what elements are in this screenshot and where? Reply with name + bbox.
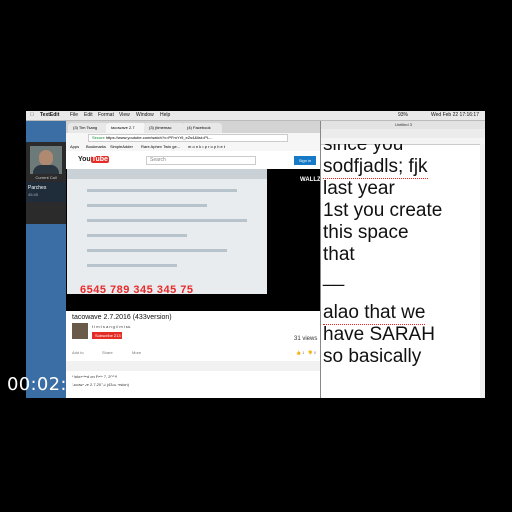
share-button[interactable]: Share — [102, 350, 113, 355]
more-button[interactable]: More — [132, 350, 141, 355]
subscribe-button[interactable]: Subscribe 213 — [92, 332, 122, 339]
video-player[interactable]: 6545 789 345 345 75 WALLZ — [66, 169, 324, 311]
text-line: __ — [323, 266, 345, 287]
text-line: since you — [323, 144, 404, 155]
text-line: so basically — [323, 346, 422, 367]
view-count: 31 views — [294, 336, 318, 342]
video-frame-row — [87, 264, 177, 267]
video-frame-toolbar — [67, 169, 267, 179]
bookmark-aphex[interactable]: Rare Aphex Twin ge... — [141, 143, 180, 151]
textedit-window: Untitled 3 since you sodfjadls; fjk last… — [320, 121, 485, 398]
tab-3[interactable]: (3) (timemac — [144, 123, 184, 133]
subscriber-count: 213 — [113, 333, 121, 338]
subscribe-label: Subscribe — [95, 333, 113, 338]
video-frame-row — [87, 234, 187, 237]
caller-head — [39, 150, 53, 166]
video-actions: Add to Share More — [72, 350, 292, 358]
add-to-button[interactable]: Add to — [72, 350, 84, 355]
apple-icon[interactable]:  — [30, 111, 34, 120]
tab-1[interactable]: (3) Tim Tsang — [68, 123, 108, 133]
call-duration: 45:45 — [28, 192, 39, 197]
text-line: sodfjadls; fjk — [323, 156, 428, 179]
text-line: that — [323, 244, 355, 265]
textedit-title: Untitled 3 — [321, 121, 485, 129]
video-frame-row — [87, 219, 247, 222]
video-frame-row — [87, 249, 227, 252]
secure-label: Secure — [92, 135, 105, 140]
caller-video — [30, 146, 62, 174]
menu-app-name[interactable]: TextEdit — [40, 111, 59, 120]
overlay-number: 6545 789 345 345 75 — [80, 284, 194, 296]
address-bar-row: Secure https://www.youtube.com/watch?v=P… — [66, 133, 324, 143]
browser-window: (3) Tim Tsang tacowave 2.7 (3) (timemac … — [66, 121, 324, 398]
signin-button[interactable]: Sign in — [294, 156, 316, 165]
search-input[interactable]: Search — [146, 156, 256, 165]
textedit-document[interactable]: since you sodfjadls; fjk last year 1st y… — [321, 144, 479, 398]
like-count[interactable]: 1 — [302, 350, 304, 355]
video-frame-row — [87, 189, 237, 192]
video-frame — [67, 169, 267, 294]
caller-name: Parches — [28, 185, 47, 191]
menu-bar:  TextEdit File Edit Format View Window … — [26, 111, 485, 121]
menu-window[interactable]: Window — [136, 111, 154, 120]
bookmark-bookmarks[interactable]: Bookmarks — [86, 143, 106, 151]
battery-status[interactable]: 93% — [398, 111, 408, 120]
timecode-overlay: 00:02:22;23 — [7, 374, 121, 395]
bookmark-apps[interactable]: Apps — [70, 143, 79, 151]
wallz-label: WALLZ — [300, 177, 321, 183]
channel-name[interactable]: t i m t s a n g // m i so. — [92, 324, 131, 329]
textedit-toolbar[interactable] — [321, 129, 485, 138]
desktop-screen:  TextEdit File Edit Format View Window … — [26, 111, 485, 398]
text-line: have SARAH — [323, 324, 435, 345]
call-label: Current Call — [35, 175, 57, 180]
like-counts: 👍 1 👎 0 — [296, 350, 316, 355]
tab-strip: (3) Tim Tsang tacowave 2.7 (3) (timemac … — [66, 121, 324, 133]
menu-view[interactable]: View — [119, 111, 130, 120]
text-line: last year — [323, 178, 395, 199]
menu-edit[interactable]: Edit — [84, 111, 93, 120]
caller-shoulders — [33, 165, 59, 174]
address-bar[interactable]: Secure https://www.youtube.com/watch?v=P… — [88, 134, 288, 142]
textedit-scrollbar[interactable] — [480, 144, 485, 398]
text-line: this space — [323, 222, 409, 243]
youtube-header: YouTube Search Sign in — [66, 151, 324, 170]
bookmark-monk[interactable]: m o n k • p r o p h e t — [188, 143, 225, 151]
bookmark-simpleadder[interactable]: SimpleAdder — [110, 143, 133, 151]
menu-clock[interactable]: Wed Feb 22 17:16:17 — [431, 111, 479, 120]
dislike-count[interactable]: 0 — [314, 350, 316, 355]
menu-file[interactable]: File — [70, 111, 78, 120]
tab-4[interactable]: (4) Facebook — [182, 123, 222, 133]
tab-2[interactable]: tacowave 2.7 — [106, 123, 146, 133]
video-title: tacowave 2.7.2016 (433version) — [72, 314, 172, 321]
youtube-logo[interactable]: YouTube — [78, 155, 109, 165]
menu-help[interactable]: Help — [160, 111, 170, 120]
channel-avatar[interactable] — [72, 323, 88, 339]
text-line: alao that we — [323, 302, 426, 325]
url-text: https://www.youtube.com/watch?v=PFrnYr9_… — [105, 135, 213, 140]
text-line: 1st you create — [323, 200, 443, 221]
section-divider — [66, 361, 324, 371]
menu-format[interactable]: Format — [98, 111, 114, 120]
video-frame-row — [87, 204, 207, 207]
